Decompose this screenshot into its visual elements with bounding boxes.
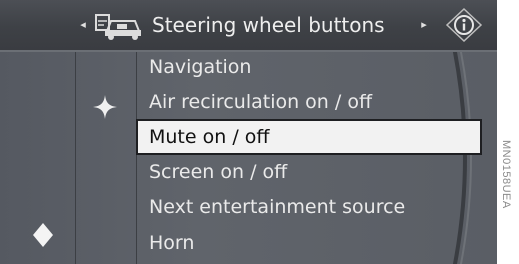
menu-item-label: Air recirculation on / off [149,91,373,113]
next-arrow-icon[interactable]: ▸ [417,11,431,37]
idrive-screen: ◂ Steering wheel buttons ▸ Navigation Ai… [0,0,497,264]
previous-arrow-icon[interactable]: ◂ [76,11,90,37]
info-icon[interactable] [444,6,484,44]
menu-item-air-recirculation[interactable]: Air recirculation on / off [138,84,468,120]
page-title: Steering wheel buttons [152,13,385,37]
menu-item-label: Screen on / off [149,161,288,183]
diamond-icon [33,223,53,247]
divider [136,52,137,264]
menu-item-label: Mute on / off [149,126,270,148]
sparkle-icon [93,95,117,119]
menu-item-label: Next entertainment source [149,196,406,218]
menu-item-label: Navigation [149,56,252,78]
figure-code-text: MN0158UEA [500,140,512,209]
menu-item-navigation[interactable]: Navigation [138,49,468,85]
menu-item-screen[interactable]: Screen on / off [138,154,468,190]
divider [75,52,76,264]
title-bar: ◂ Steering wheel buttons ▸ [0,0,497,52]
car-settings-icon [95,14,141,40]
figure-code: MN0158UEA [500,140,518,260]
menu-item-mute[interactable]: Mute on / off [136,119,482,155]
menu-item-label: Horn [149,232,195,254]
menu-item-next-entertainment-source[interactable]: Next entertainment source [138,189,468,225]
menu-item-horn[interactable]: Horn [138,225,468,261]
menu-panel: Navigation Air recirculation on / off Mu… [0,52,497,264]
